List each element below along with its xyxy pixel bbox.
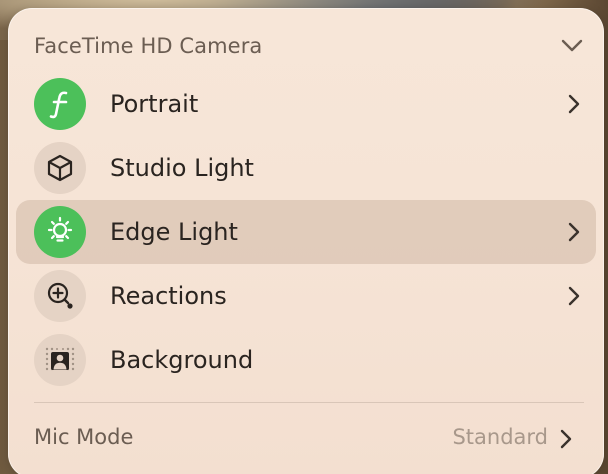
chevron-down-icon[interactable] [560, 34, 584, 58]
sun-light-icon [34, 206, 86, 258]
portrait-f-icon [34, 78, 86, 130]
chevron-right-icon[interactable] [556, 429, 576, 449]
camera-header[interactable]: FaceTime HD Camera [34, 28, 584, 64]
menu-item-label: Studio Light [110, 154, 254, 182]
menu-item-background[interactable]: Background [16, 328, 596, 392]
cube-icon [34, 142, 86, 194]
reactions-zoom-icon [34, 270, 86, 322]
menu-item-label: Background [110, 346, 254, 374]
menu-item-reactions[interactable]: Reactions [16, 264, 596, 328]
chevron-right-icon[interactable] [564, 286, 584, 306]
mic-mode-row[interactable]: Mic Mode Standard [34, 421, 584, 457]
divider [34, 402, 584, 403]
menu-item-label: Reactions [110, 282, 227, 310]
menu-item-label: Edge Light [110, 218, 238, 246]
menu-item-studio-light[interactable]: Studio Light [16, 136, 596, 200]
mic-mode-value: Standard [452, 425, 548, 449]
menu-item-label: Portrait [110, 90, 199, 118]
menu-item-portrait[interactable]: Portrait [16, 72, 596, 136]
mic-mode-label: Mic Mode [34, 425, 134, 449]
camera-menu-panel: FaceTime HD Camera Portrait Studio Light [8, 8, 604, 474]
background-person-icon [34, 334, 86, 386]
chevron-right-icon[interactable] [564, 94, 584, 114]
chevron-right-icon[interactable] [564, 222, 584, 242]
menu-item-edge-light[interactable]: Edge Light [16, 200, 596, 264]
camera-title: FaceTime HD Camera [34, 34, 263, 58]
